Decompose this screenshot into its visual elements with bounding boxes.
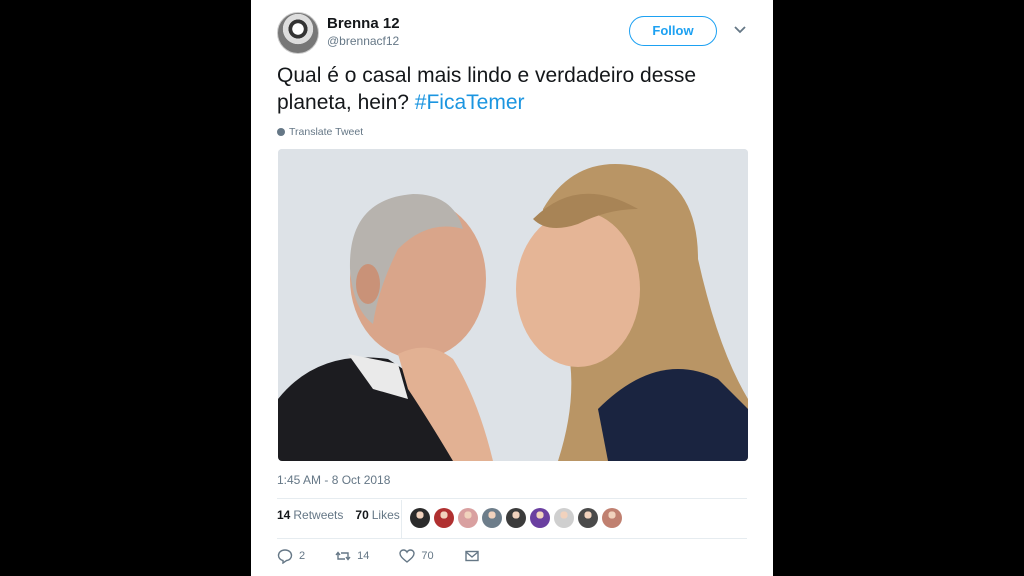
retweet-button[interactable]: 14 (335, 548, 369, 564)
liker-avatar[interactable] (578, 508, 598, 528)
heart-icon (399, 549, 416, 563)
divider (277, 538, 747, 539)
translate-tweet-link[interactable]: Translate Tweet (277, 126, 363, 138)
retweets-stat[interactable]: 14 Retweets (277, 508, 343, 522)
retweet-icon (335, 551, 351, 561)
tweet-text: Qual é o casal mais lindo e verdadeiro d… (277, 62, 747, 116)
liker-avatar[interactable] (602, 508, 622, 528)
tweet-card: Brenna 12 @brennacf12 Follow Qual é o ca… (251, 0, 773, 576)
liker-avatar[interactable] (458, 508, 478, 528)
retweet-count: 14 (357, 550, 370, 562)
engagement-stats: 14 Retweets 70 Likes (277, 508, 400, 522)
liker-avatar[interactable] (410, 508, 430, 528)
envelope-icon (464, 550, 479, 562)
divider (277, 498, 747, 499)
tweet-photo[interactable] (278, 149, 748, 461)
reply-icon (277, 549, 293, 564)
tweet-timestamp[interactable]: 1:45 AM - 8 Oct 2018 (277, 473, 390, 487)
liker-avatar[interactable] (554, 508, 574, 528)
retweets-label: Retweets (293, 508, 344, 522)
liker-avatars (410, 508, 622, 528)
globe-icon (277, 128, 285, 136)
likes-label: Likes (371, 508, 400, 522)
translate-label: Translate Tweet (289, 126, 364, 138)
likes-count: 70 (355, 508, 369, 522)
direct-message-button[interactable] (464, 548, 480, 564)
photo-illustration (278, 149, 748, 461)
reply-count: 2 (299, 550, 306, 562)
liker-avatar[interactable] (506, 508, 526, 528)
chevron-down-icon[interactable] (733, 22, 747, 36)
liker-avatar[interactable] (482, 508, 502, 528)
hashtag-link[interactable]: #FicaTemer (415, 91, 525, 114)
retweets-count: 14 (277, 508, 291, 522)
display-name[interactable]: Brenna 12 (327, 15, 400, 32)
tweet-actions: 2 14 70 (277, 548, 510, 564)
tweet-header: Brenna 12 @brennacf12 Follow (277, 12, 749, 56)
divider (401, 500, 402, 538)
likes-stat[interactable]: 70 Likes (355, 508, 399, 522)
user-avatar[interactable] (277, 12, 319, 54)
like-button[interactable]: 70 (399, 548, 434, 564)
like-count: 70 (421, 550, 434, 562)
liker-avatar[interactable] (530, 508, 550, 528)
liker-avatar[interactable] (434, 508, 454, 528)
reply-button[interactable]: 2 (277, 548, 305, 564)
user-handle[interactable]: @brennacf12 (327, 34, 399, 48)
follow-button[interactable]: Follow (629, 16, 717, 46)
